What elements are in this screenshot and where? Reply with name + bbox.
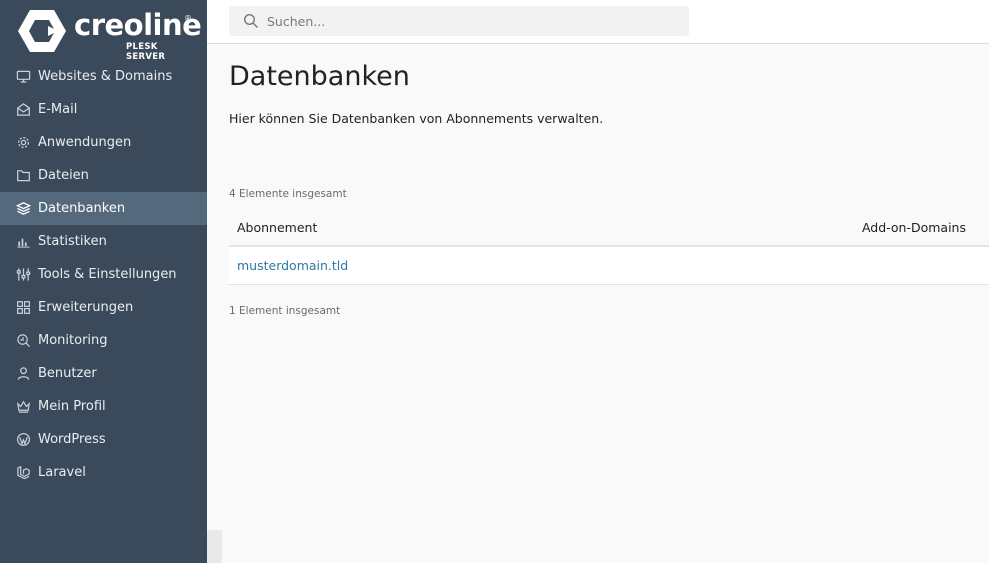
total-count-top: 4 Elemente insgesamt	[229, 188, 347, 200]
sidebar-item-websites-domains[interactable]: Websites & Domains	[0, 60, 207, 93]
search-input[interactable]	[267, 13, 667, 29]
sidebar-item-label: Monitoring	[38, 333, 108, 348]
sidebar-item-email[interactable]: E-Mail	[0, 93, 207, 126]
column-header-addon-domains[interactable]: Add-on-Domains	[862, 220, 989, 235]
sidebar-item-label: Laravel	[38, 465, 86, 480]
sliders-icon	[15, 267, 31, 283]
gear-icon	[15, 135, 31, 151]
user-icon	[15, 366, 31, 382]
brand-subtitle: PLESK SERVER	[126, 42, 166, 62]
blocks-icon	[15, 300, 31, 316]
column-header-subscription[interactable]: Abonnement	[229, 220, 862, 235]
sidebar-item-label: WordPress	[38, 432, 106, 447]
sidebar-item-label: Erweiterungen	[38, 300, 134, 315]
folder-icon	[15, 168, 31, 184]
subscriptions-table: Abonnement Add-on-Domains musterdomain.t…	[229, 209, 989, 285]
total-count-bottom: 1 Element insgesamt	[229, 305, 341, 317]
sidebar-item-my-profile[interactable]: Mein Profil	[0, 390, 207, 423]
brand-registered-mark: ®	[184, 14, 192, 23]
sidebar-nav: Websites & Domains E-Mail Anwendungen Da…	[0, 60, 207, 489]
sidebar-item-label: Mein Profil	[38, 399, 106, 414]
table-row: musterdomain.tld	[229, 247, 989, 285]
search-icon	[243, 13, 259, 29]
brand-name: creoline	[74, 8, 202, 42]
sidebar-item-databases[interactable]: Datenbanken	[0, 192, 207, 225]
panel-resize-handle[interactable]	[207, 530, 222, 563]
sidebar-item-label: Anwendungen	[38, 135, 132, 150]
sidebar-item-users[interactable]: Benutzer	[0, 357, 207, 390]
sidebar-item-files[interactable]: Dateien	[0, 159, 207, 192]
page-title: Datenbanken	[229, 61, 410, 92]
subscription-link[interactable]: musterdomain.tld	[229, 258, 348, 273]
sidebar-item-label: Websites & Domains	[38, 69, 173, 84]
sidebar-item-tools-settings[interactable]: Tools & Einstellungen	[0, 258, 207, 291]
monitor-icon	[15, 69, 31, 85]
sidebar-item-label: E-Mail	[38, 102, 78, 117]
sidebar-item-label: Benutzer	[38, 366, 97, 381]
laravel-icon	[15, 465, 31, 481]
sidebar-item-statistics[interactable]: Statistiken	[0, 225, 207, 258]
crown-icon	[15, 399, 31, 415]
sidebar-item-wordpress[interactable]: WordPress	[0, 423, 207, 456]
search-box[interactable]	[229, 6, 689, 36]
page-description: Hier können Sie Datenbanken von Abonneme…	[229, 111, 604, 126]
wordpress-icon	[15, 432, 31, 448]
sidebar-item-monitoring[interactable]: Monitoring	[0, 324, 207, 357]
sidebar-item-extensions[interactable]: Erweiterungen	[0, 291, 207, 324]
sidebar-item-label: Tools & Einstellungen	[38, 267, 177, 282]
sidebar-item-applications[interactable]: Anwendungen	[0, 126, 207, 159]
main-content: Datenbanken Hier können Sie Datenbanken …	[207, 45, 989, 563]
sidebar-item-laravel[interactable]: Laravel	[0, 456, 207, 489]
layers-icon	[15, 201, 31, 217]
sidebar-item-label: Statistiken	[38, 234, 107, 249]
top-bar	[207, 0, 989, 44]
sidebar-item-label: Dateien	[38, 168, 89, 183]
brand-logo[interactable]: creoline ® PLESK SERVER	[18, 8, 202, 62]
table-header: Abonnement Add-on-Domains	[229, 209, 989, 247]
magnifier-chart-icon	[15, 333, 31, 349]
sidebar: creoline ® PLESK SERVER Websites & Domai…	[0, 0, 207, 563]
envelope-icon	[15, 102, 31, 118]
bar-chart-icon	[15, 234, 31, 250]
creoline-logo-icon	[18, 10, 66, 52]
sidebar-item-label: Datenbanken	[38, 201, 126, 216]
